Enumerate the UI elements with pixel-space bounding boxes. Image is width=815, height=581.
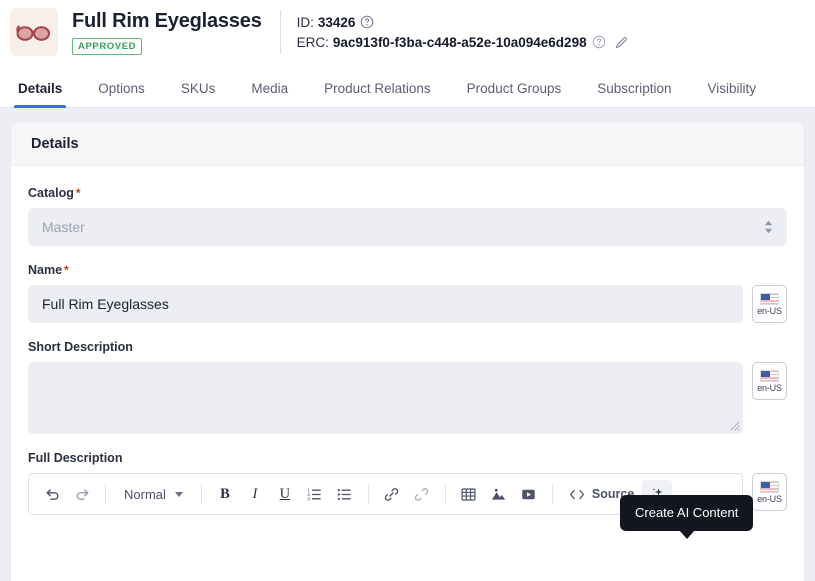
- product-details-page: Full Rim Eyeglasses APPROVED ID: 33426 E…: [0, 0, 815, 581]
- short-description-textarea[interactable]: [28, 362, 743, 434]
- product-meta: ID: 33426 ERC: 9ac913f0-f3ba-c448-a52e-1…: [297, 14, 629, 51]
- product-id-label: ID:: [296, 14, 314, 30]
- page-title: Full Rim Eyeglasses: [72, 9, 262, 32]
- redo-button[interactable]: [67, 480, 97, 508]
- link-icon: [385, 487, 399, 501]
- bold-icon: B: [220, 485, 230, 502]
- name-input[interactable]: Full Rim Eyeglasses: [28, 285, 743, 323]
- undo-button[interactable]: [37, 480, 67, 508]
- tab-bar: Details Options SKUs Media Product Relat…: [0, 64, 815, 108]
- name-label: Name *: [28, 263, 787, 277]
- toolbar-divider: [551, 484, 553, 504]
- image-button[interactable]: [484, 480, 514, 508]
- stepper-icon: [763, 219, 774, 235]
- name-label-text: Name: [28, 263, 63, 277]
- italic-button[interactable]: I: [240, 480, 270, 508]
- table-button[interactable]: [454, 480, 484, 508]
- image-icon: [492, 488, 506, 500]
- name-value: Full Rim Eyeglasses: [42, 296, 169, 312]
- tab-options[interactable]: Options: [98, 81, 145, 107]
- format-dropdown[interactable]: Normal: [114, 480, 193, 508]
- underline-button[interactable]: U: [270, 480, 300, 508]
- details-card-header: Details: [11, 122, 804, 166]
- language-selector-short-description[interactable]: en-US: [752, 362, 787, 400]
- table-icon: [461, 487, 476, 501]
- language-code-short-description: en-US: [757, 382, 782, 393]
- tab-subscription[interactable]: Subscription: [597, 81, 671, 107]
- link-button[interactable]: [377, 480, 407, 508]
- language-selector-full-description[interactable]: en-US: [752, 473, 787, 511]
- product-erc-row: ERC: 9ac913f0-f3ba-c448-a52e-10a094e6d29…: [297, 34, 629, 51]
- tab-details[interactable]: Details: [13, 81, 67, 108]
- ordered-list-button[interactable]: 1 2 3: [300, 480, 330, 508]
- tab-skus[interactable]: SKUs: [181, 81, 216, 107]
- tab-visibility[interactable]: Visibility: [708, 81, 757, 107]
- name-control: Full Rim Eyeglasses: [28, 285, 743, 323]
- product-id-row: ID: 33426: [297, 14, 629, 31]
- tab-product-groups[interactable]: Product Groups: [467, 81, 562, 107]
- us-flag-icon: [760, 480, 779, 493]
- product-thumbnail[interactable]: [10, 8, 58, 56]
- toolbar-divider: [444, 484, 446, 504]
- format-dropdown-label: Normal: [124, 486, 166, 502]
- page-header: Full Rim Eyeglasses APPROVED ID: 33426 E…: [0, 0, 815, 64]
- header-divider: [279, 10, 281, 54]
- chevron-down-icon: [174, 491, 183, 497]
- catalog-label: Catalog *: [28, 186, 787, 200]
- catalog-row: Master: [28, 208, 787, 246]
- us-flag-icon: [760, 369, 779, 382]
- video-button[interactable]: [514, 480, 544, 508]
- ordered-list-icon: 1 2 3: [308, 487, 322, 502]
- edit-pencil-icon[interactable]: [614, 35, 629, 50]
- tab-product-relations[interactable]: Product Relations: [324, 81, 431, 107]
- tab-media[interactable]: Media: [251, 81, 288, 107]
- video-icon: [522, 489, 536, 499]
- toolbar-divider: [367, 484, 369, 504]
- help-icon[interactable]: [360, 15, 374, 29]
- unlink-icon: [415, 487, 429, 501]
- italic-icon: I: [252, 485, 258, 502]
- undo-icon: [46, 488, 58, 500]
- details-card-body: Catalog * Master Name * Full Rim Eyeglas…: [11, 166, 804, 515]
- language-code-full-description: en-US: [757, 493, 782, 504]
- svg-text:3: 3: [308, 496, 311, 502]
- short-description-field: Short Description en-US: [28, 340, 787, 434]
- name-row: Full Rim Eyeglasses en-US: [28, 285, 787, 323]
- catalog-select[interactable]: Master: [28, 208, 787, 246]
- tooltip-create-ai-content: Create AI Content: [620, 495, 754, 539]
- bullet-list-icon: [338, 488, 352, 500]
- language-selector-name[interactable]: en-US: [752, 285, 787, 323]
- name-field: Name * Full Rim Eyeglasses en-US: [28, 263, 787, 323]
- toolbar-divider: [105, 484, 106, 504]
- status-badge: APPROVED: [72, 37, 143, 55]
- eyeglasses-icon: [16, 25, 51, 41]
- underline-icon: U: [279, 485, 291, 502]
- title-block: Full Rim Eyeglasses APPROVED: [72, 10, 280, 55]
- short-description-control: [28, 362, 743, 434]
- product-id-value: 33426: [317, 14, 356, 30]
- product-erc-label: ERC:: [296, 34, 329, 50]
- help-icon[interactable]: [592, 35, 606, 49]
- catalog-value: Master: [42, 219, 85, 235]
- catalog-label-text: Catalog: [28, 186, 74, 200]
- product-erc-value: 9ac913f0-f3ba-c448-a52e-10a094e6d298: [332, 34, 587, 50]
- resize-grip-icon[interactable]: [729, 420, 740, 431]
- short-description-row: en-US: [28, 362, 787, 434]
- toolbar-divider: [200, 484, 202, 504]
- language-code-name: en-US: [757, 305, 782, 316]
- bullet-list-button[interactable]: [330, 480, 360, 508]
- bold-button[interactable]: B: [210, 480, 240, 508]
- catalog-field: Catalog * Master: [28, 186, 787, 246]
- short-description-label: Short Description: [28, 340, 133, 354]
- required-marker: *: [75, 186, 81, 200]
- code-brackets-icon: [569, 489, 584, 499]
- required-marker: *: [64, 263, 69, 277]
- details-card-title: Details: [31, 136, 79, 152]
- unlink-button[interactable]: [407, 480, 437, 508]
- us-flag-icon: [760, 292, 779, 305]
- catalog-control: Master: [28, 208, 787, 246]
- redo-icon: [76, 488, 88, 500]
- full-description-label: Full Description: [28, 451, 123, 465]
